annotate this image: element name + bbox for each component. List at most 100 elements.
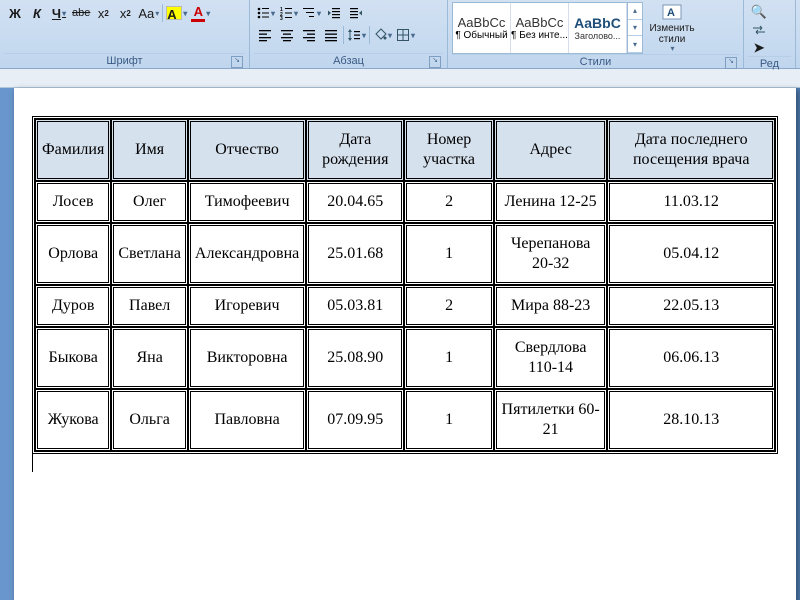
shading-button[interactable]: ▾ <box>371 24 394 46</box>
data-table[interactable]: Фамилия Имя Отчество Дата рождения Номер… <box>32 116 778 454</box>
highlight-button[interactable]: А▾ <box>164 2 189 24</box>
table-cell[interactable]: Орлова <box>35 223 111 285</box>
text-cursor <box>32 454 33 472</box>
table-cell[interactable]: 1 <box>404 389 494 451</box>
table-cell[interactable]: 06.06.13 <box>607 327 775 389</box>
group-paragraph-label: Абзац↘ <box>254 53 443 68</box>
table-row[interactable]: БыковаЯнаВикторовна25.08.901Свердлова 11… <box>35 327 775 389</box>
table-cell[interactable]: Черепанова 20-32 <box>494 223 608 285</box>
table-header[interactable]: Номер участка <box>404 119 494 181</box>
bold-button[interactable]: Ж <box>4 2 26 24</box>
table-header[interactable]: Отчество <box>188 119 306 181</box>
change-case-button[interactable]: Aa▾ <box>136 2 161 24</box>
table-cell[interactable]: Тимофеевич <box>188 181 306 223</box>
ribbon: Ж К Ч▾ abe x2 x2 Aa▾ А▾ А▾ Шрифт↘ ▾ <box>0 0 800 69</box>
table-cell[interactable]: Быкова <box>35 327 111 389</box>
align-left-button[interactable] <box>254 24 276 46</box>
table-cell[interactable]: Жукова <box>35 389 111 451</box>
table-cell[interactable]: Ленина 12-25 <box>494 181 608 223</box>
strikethrough-button[interactable]: abe <box>70 2 92 24</box>
table-cell[interactable]: Викторовна <box>188 327 306 389</box>
borders-button[interactable]: ▾ <box>394 24 417 46</box>
table-cell[interactable]: 07.09.95 <box>306 389 404 451</box>
group-styles-label: Стили↘ <box>452 54 739 69</box>
workspace: Фамилия Имя Отчество Дата рождения Номер… <box>0 88 800 600</box>
table-row[interactable]: ОрловаСветланаАлександровна25.01.681Чере… <box>35 223 775 285</box>
replace-icon <box>752 25 766 35</box>
select-button[interactable]: ➤ <box>748 40 770 56</box>
table-cell[interactable]: Александровна <box>188 223 306 285</box>
table-row[interactable]: ДуровПавелИгоревич05.03.812Мира 88-2322.… <box>35 285 775 327</box>
group-editing: 🔍 ➤ Ред <box>744 0 796 68</box>
underline-button[interactable]: Ч▾ <box>48 2 70 24</box>
table-header[interactable]: Адрес <box>494 119 608 181</box>
style-item-heading[interactable]: AaBbCЗаголово... <box>569 3 627 53</box>
table-cell[interactable]: Мира 88-23 <box>494 285 608 327</box>
table-cell[interactable]: Лосев <box>35 181 111 223</box>
bullets-button[interactable]: ▾ <box>254 2 277 24</box>
align-justify-button[interactable] <box>320 24 342 46</box>
table-header[interactable]: Имя <box>111 119 188 181</box>
style-item-nospacing[interactable]: AaBbCc¶ Без инте... <box>511 3 569 53</box>
table-cell[interactable]: Пятилетки 60-21 <box>494 389 608 451</box>
table-cell[interactable]: 05.03.81 <box>306 285 404 327</box>
style-item-normal[interactable]: AaBbCc¶ Обычный <box>453 3 511 53</box>
group-editing-label: Ред <box>748 56 791 71</box>
replace-button[interactable] <box>748 22 770 38</box>
chevron-down-icon[interactable]: ▾ <box>628 20 642 37</box>
table-cell[interactable]: 22.05.13 <box>607 285 775 327</box>
group-font-label: Шрифт↘ <box>4 53 245 68</box>
table-cell[interactable]: 2 <box>404 285 494 327</box>
superscript-button[interactable]: x2 <box>114 2 136 24</box>
table-cell[interactable]: 25.01.68 <box>306 223 404 285</box>
styles-launcher-icon[interactable]: ↘ <box>725 57 737 69</box>
styles-scroll[interactable]: ▴▾▾ <box>627 3 642 53</box>
table-row[interactable]: ЖуковаОльгаПавловна07.09.951Пятилетки 60… <box>35 389 775 451</box>
table-cell[interactable]: 1 <box>404 327 494 389</box>
table-header[interactable]: Дата последнего посещения врача <box>607 119 775 181</box>
table-cell[interactable]: Свердлова 110-14 <box>494 327 608 389</box>
svg-text:A: A <box>667 7 675 19</box>
numbering-button[interactable]: 123▾ <box>277 2 300 24</box>
table-cell[interactable]: 11.03.12 <box>607 181 775 223</box>
cursor-icon: ➤ <box>754 40 765 56</box>
group-paragraph: ▾ 123▾ ▾ ▾ ▾ ▾ Абза <box>250 0 448 68</box>
table-cell[interactable]: 20.04.65 <box>306 181 404 223</box>
document-page[interactable]: Фамилия Имя Отчество Дата рождения Номер… <box>14 88 796 600</box>
table-cell[interactable]: Игоревич <box>188 285 306 327</box>
table-cell[interactable]: 25.08.90 <box>306 327 404 389</box>
subscript-button[interactable]: x2 <box>92 2 114 24</box>
more-icon[interactable]: ▾ <box>628 36 642 53</box>
multilevel-list-button[interactable]: ▾ <box>300 2 323 24</box>
align-center-button[interactable] <box>276 24 298 46</box>
table-header[interactable]: Фамилия <box>35 119 111 181</box>
table-header-row: Фамилия Имя Отчество Дата рождения Номер… <box>35 119 775 181</box>
styles-gallery[interactable]: AaBbCc¶ Обычный AaBbCc¶ Без инте... AaBb… <box>452 2 643 54</box>
vertical-ruler[interactable] <box>0 88 14 600</box>
table-cell[interactable]: Ольга <box>111 389 188 451</box>
find-button[interactable]: 🔍 <box>748 4 770 20</box>
table-cell[interactable]: 1 <box>404 223 494 285</box>
table-cell[interactable]: 2 <box>404 181 494 223</box>
paragraph-launcher-icon[interactable]: ↘ <box>429 56 441 68</box>
table-cell[interactable]: 28.10.13 <box>607 389 775 451</box>
increase-indent-button[interactable] <box>345 2 367 24</box>
table-header[interactable]: Дата рождения <box>306 119 404 181</box>
table-cell[interactable]: Яна <box>111 327 188 389</box>
table-cell[interactable]: Павел <box>111 285 188 327</box>
table-cell[interactable]: 05.04.12 <box>607 223 775 285</box>
table-row[interactable]: ЛосевОлегТимофеевич20.04.652Ленина 12-25… <box>35 181 775 223</box>
table-cell[interactable]: Олег <box>111 181 188 223</box>
font-launcher-icon[interactable]: ↘ <box>231 56 243 68</box>
change-styles-button[interactable]: A Изменить стили▾ <box>645 3 699 53</box>
decrease-indent-button[interactable] <box>323 2 345 24</box>
font-color-button[interactable]: А▾ <box>189 2 212 24</box>
line-spacing-button[interactable]: ▾ <box>345 24 368 46</box>
ruler[interactable] <box>0 69 800 88</box>
table-cell[interactable]: Светлана <box>111 223 188 285</box>
table-cell[interactable]: Дуров <box>35 285 111 327</box>
chevron-up-icon[interactable]: ▴ <box>628 3 642 20</box>
table-cell[interactable]: Павловна <box>188 389 306 451</box>
align-right-button[interactable] <box>298 24 320 46</box>
italic-button[interactable]: К <box>26 2 48 24</box>
